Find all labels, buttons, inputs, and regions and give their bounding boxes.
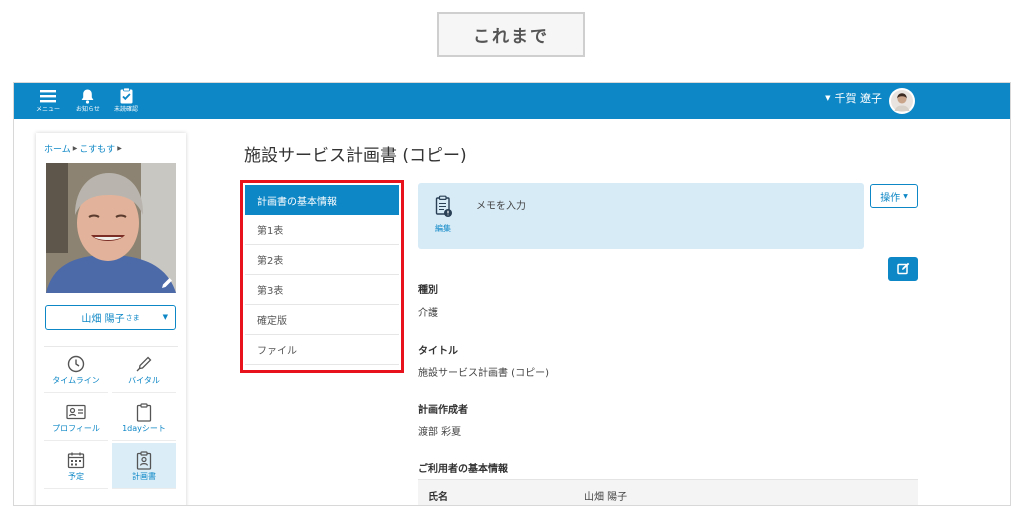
nav-profile[interactable]: プロフィール xyxy=(44,395,108,441)
user-info-name-value: 山畑 陽子 xyxy=(584,492,628,503)
nav-label: プロフィール xyxy=(52,424,100,433)
field-title-value: 施設サービス計画書 (コピー) xyxy=(418,368,549,379)
hamburger-icon xyxy=(40,86,56,106)
clock-icon xyxy=(67,353,85,375)
memo-edit-label[interactable]: 編集 xyxy=(435,223,451,234)
caret-down-icon: ▼ xyxy=(825,94,831,102)
unchecked-button[interactable]: 未読確認 xyxy=(114,86,138,116)
breadcrumb: ホーム ▶ こすもす ▶ xyxy=(44,142,122,155)
page-title: 施設サービス計画書 (コピー) xyxy=(244,146,467,166)
field-author-value: 渡部 彩夏 xyxy=(418,427,462,438)
submenu-basic-info[interactable]: 計画書の基本情報 xyxy=(245,185,399,215)
operations-label: 操作 xyxy=(880,192,901,204)
resident-sidebar: ホーム ▶ こすもす ▶ 山畑 陽子 さま ▼ タイムライン バイタル プロフィ… xyxy=(36,133,186,505)
comparison-caption: これまで xyxy=(437,12,585,57)
resident-honorific: さま xyxy=(125,313,140,322)
bell-icon xyxy=(81,86,94,106)
edit-button[interactable] xyxy=(888,257,918,281)
unchecked-label: 未読確認 xyxy=(114,106,139,113)
nav-label: 予定 xyxy=(68,472,84,481)
submenu-table-3[interactable]: 第3表 xyxy=(245,275,399,305)
pencil-icon xyxy=(162,278,172,288)
menu-label: メニュー xyxy=(36,106,61,113)
thermometer-icon xyxy=(135,353,153,375)
breadcrumb-separator-icon: ▶ xyxy=(117,145,122,152)
plan-submenu: 計画書の基本情報 第1表 第2表 第3表 確定版 ファイル xyxy=(245,185,399,365)
submenu-table-1[interactable]: 第1表 xyxy=(245,215,399,245)
user-name: 千賀 遼子 xyxy=(834,92,883,105)
submenu-files[interactable]: ファイル xyxy=(245,335,399,365)
nav-vital[interactable]: バイタル xyxy=(112,347,176,393)
resident-name: 山畑 陽子 xyxy=(81,314,125,325)
nav-label: 1dayシート xyxy=(122,424,166,433)
app-window: メニュー お知らせ 未読確認 ▼ 千賀 遼子 ホーム ▶ こすもす ▶ 山畑 陽… xyxy=(13,82,1011,506)
notice-label: お知らせ xyxy=(76,106,100,113)
clipboard-icon xyxy=(136,401,152,423)
submenu-final-version[interactable]: 確定版 xyxy=(245,305,399,335)
nav-timeline[interactable]: タイムライン xyxy=(44,347,108,393)
nav-1day-sheet[interactable]: 1dayシート xyxy=(112,395,176,441)
caret-down-icon: ▼ xyxy=(903,192,908,200)
memo-clipboard-icon[interactable] xyxy=(435,195,453,223)
user-avatar[interactable] xyxy=(889,88,915,114)
user-info-name-key: 氏名 xyxy=(428,492,448,503)
checked-clipboard-icon xyxy=(120,86,133,106)
nav-label: 計画書 xyxy=(132,472,156,481)
field-title-label: タイトル xyxy=(418,346,458,357)
resident-photo xyxy=(46,163,176,293)
memo-placeholder[interactable]: メモを入力 xyxy=(476,197,526,212)
operations-dropdown-button[interactable]: 操作 ▼ xyxy=(870,184,918,208)
submenu-table-2[interactable]: 第2表 xyxy=(245,245,399,275)
notice-button[interactable]: お知らせ xyxy=(76,86,100,116)
user-info-table: 氏名 山畑 陽子 xyxy=(418,479,918,505)
resident-nav: タイムライン バイタル プロフィール 1dayシート 予定 計画書 xyxy=(44,346,178,489)
nav-label: タイムライン xyxy=(52,376,100,385)
field-author-label: 計画作成者 xyxy=(418,405,468,416)
calendar-icon xyxy=(67,449,85,471)
menu-button[interactable]: メニュー xyxy=(36,86,60,116)
field-type-value: 介護 xyxy=(418,308,438,319)
field-type-label: 種別 xyxy=(418,285,438,296)
id-card-icon xyxy=(66,401,86,423)
nav-label: バイタル xyxy=(128,376,160,385)
user-menu[interactable]: ▼ 千賀 遼子 xyxy=(825,90,882,106)
memo-panel: 編集 メモを入力 xyxy=(418,183,864,249)
breadcrumb-separator-icon: ▶ xyxy=(72,145,78,152)
breadcrumb-unit[interactable]: こすもす xyxy=(79,142,115,155)
user-info-heading: ご利用者の基本情報 xyxy=(418,464,508,475)
breadcrumb-home[interactable]: ホーム xyxy=(44,142,71,155)
top-navbar: メニュー お知らせ 未読確認 ▼ 千賀 遼子 xyxy=(14,83,1010,119)
nav-schedule[interactable]: 予定 xyxy=(44,443,108,489)
caret-down-icon: ▼ xyxy=(162,313,168,321)
resident-selector[interactable]: 山畑 陽子 さま ▼ xyxy=(45,305,176,330)
nav-care-plan[interactable]: 計画書 xyxy=(112,443,176,489)
edit-square-icon xyxy=(896,260,910,279)
plan-doc-icon xyxy=(136,449,152,471)
plan-submenu-highlight: 計画書の基本情報 第1表 第2表 第3表 確定版 ファイル xyxy=(240,180,404,373)
